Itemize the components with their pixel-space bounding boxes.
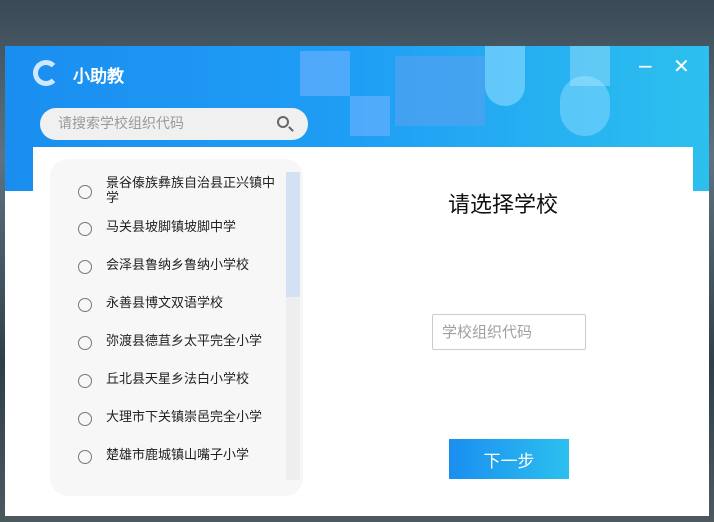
- close-button[interactable]: ✕: [673, 54, 690, 78]
- radio-button[interactable]: [78, 412, 92, 426]
- list-item[interactable]: 楚雄市鹿城镇山嘴子小学: [78, 448, 278, 464]
- school-list: 景谷傣族彝族自治县正兴镇中学 马关县坡脚镇坡脚中学 会泽县鲁纳乡鲁纳小学校 永善…: [50, 159, 303, 496]
- list-item[interactable]: 大理市下关镇崇邑完全小学: [78, 410, 278, 426]
- list-item[interactable]: 马关县坡脚镇坡脚中学: [78, 220, 278, 236]
- radio-button[interactable]: [78, 222, 92, 236]
- radio-button[interactable]: [78, 260, 92, 274]
- next-button[interactable]: 下一步: [449, 439, 569, 479]
- app-window: 小助教 − ✕ 景谷傣族彝族自治县正兴镇中学 马关县坡脚镇坡脚中学 会泽县鲁纳乡…: [5, 46, 709, 516]
- radio-button[interactable]: [78, 185, 92, 199]
- radio-button[interactable]: [78, 336, 92, 350]
- list-item[interactable]: 景谷傣族彝族自治县正兴镇中学: [78, 176, 278, 206]
- scrollbar[interactable]: [286, 172, 300, 480]
- radio-button[interactable]: [78, 374, 92, 388]
- decor-server: [395, 56, 485, 126]
- logo-icon: [33, 60, 59, 86]
- page-title: 请选择学校: [448, 193, 559, 218]
- main-panel: 景谷傣族彝族自治县正兴镇中学 马关县坡脚镇坡脚中学 会泽县鲁纳乡鲁纳小学校 永善…: [33, 147, 693, 516]
- decor-database: [485, 46, 525, 106]
- app-title: 小助教: [73, 67, 124, 87]
- search-icon[interactable]: [277, 116, 289, 128]
- decor-panel: [570, 46, 610, 86]
- minimize-button[interactable]: −: [637, 54, 654, 78]
- list-item[interactable]: 会泽县鲁纳乡鲁纳小学校: [78, 258, 278, 274]
- search-input[interactable]: [40, 108, 308, 140]
- decor-cube: [350, 96, 390, 136]
- radio-button[interactable]: [78, 450, 92, 464]
- list-item[interactable]: 弥渡县德苴乡太平完全小学: [78, 334, 278, 350]
- list-item[interactable]: 永善县博文双语学校: [78, 296, 278, 312]
- scrollbar-thumb[interactable]: [286, 172, 300, 297]
- radio-button[interactable]: [78, 298, 92, 312]
- school-code-input[interactable]: [432, 314, 586, 350]
- list-item[interactable]: 丘北县天星乡法白小学校: [78, 372, 278, 388]
- decor-cube: [300, 51, 350, 96]
